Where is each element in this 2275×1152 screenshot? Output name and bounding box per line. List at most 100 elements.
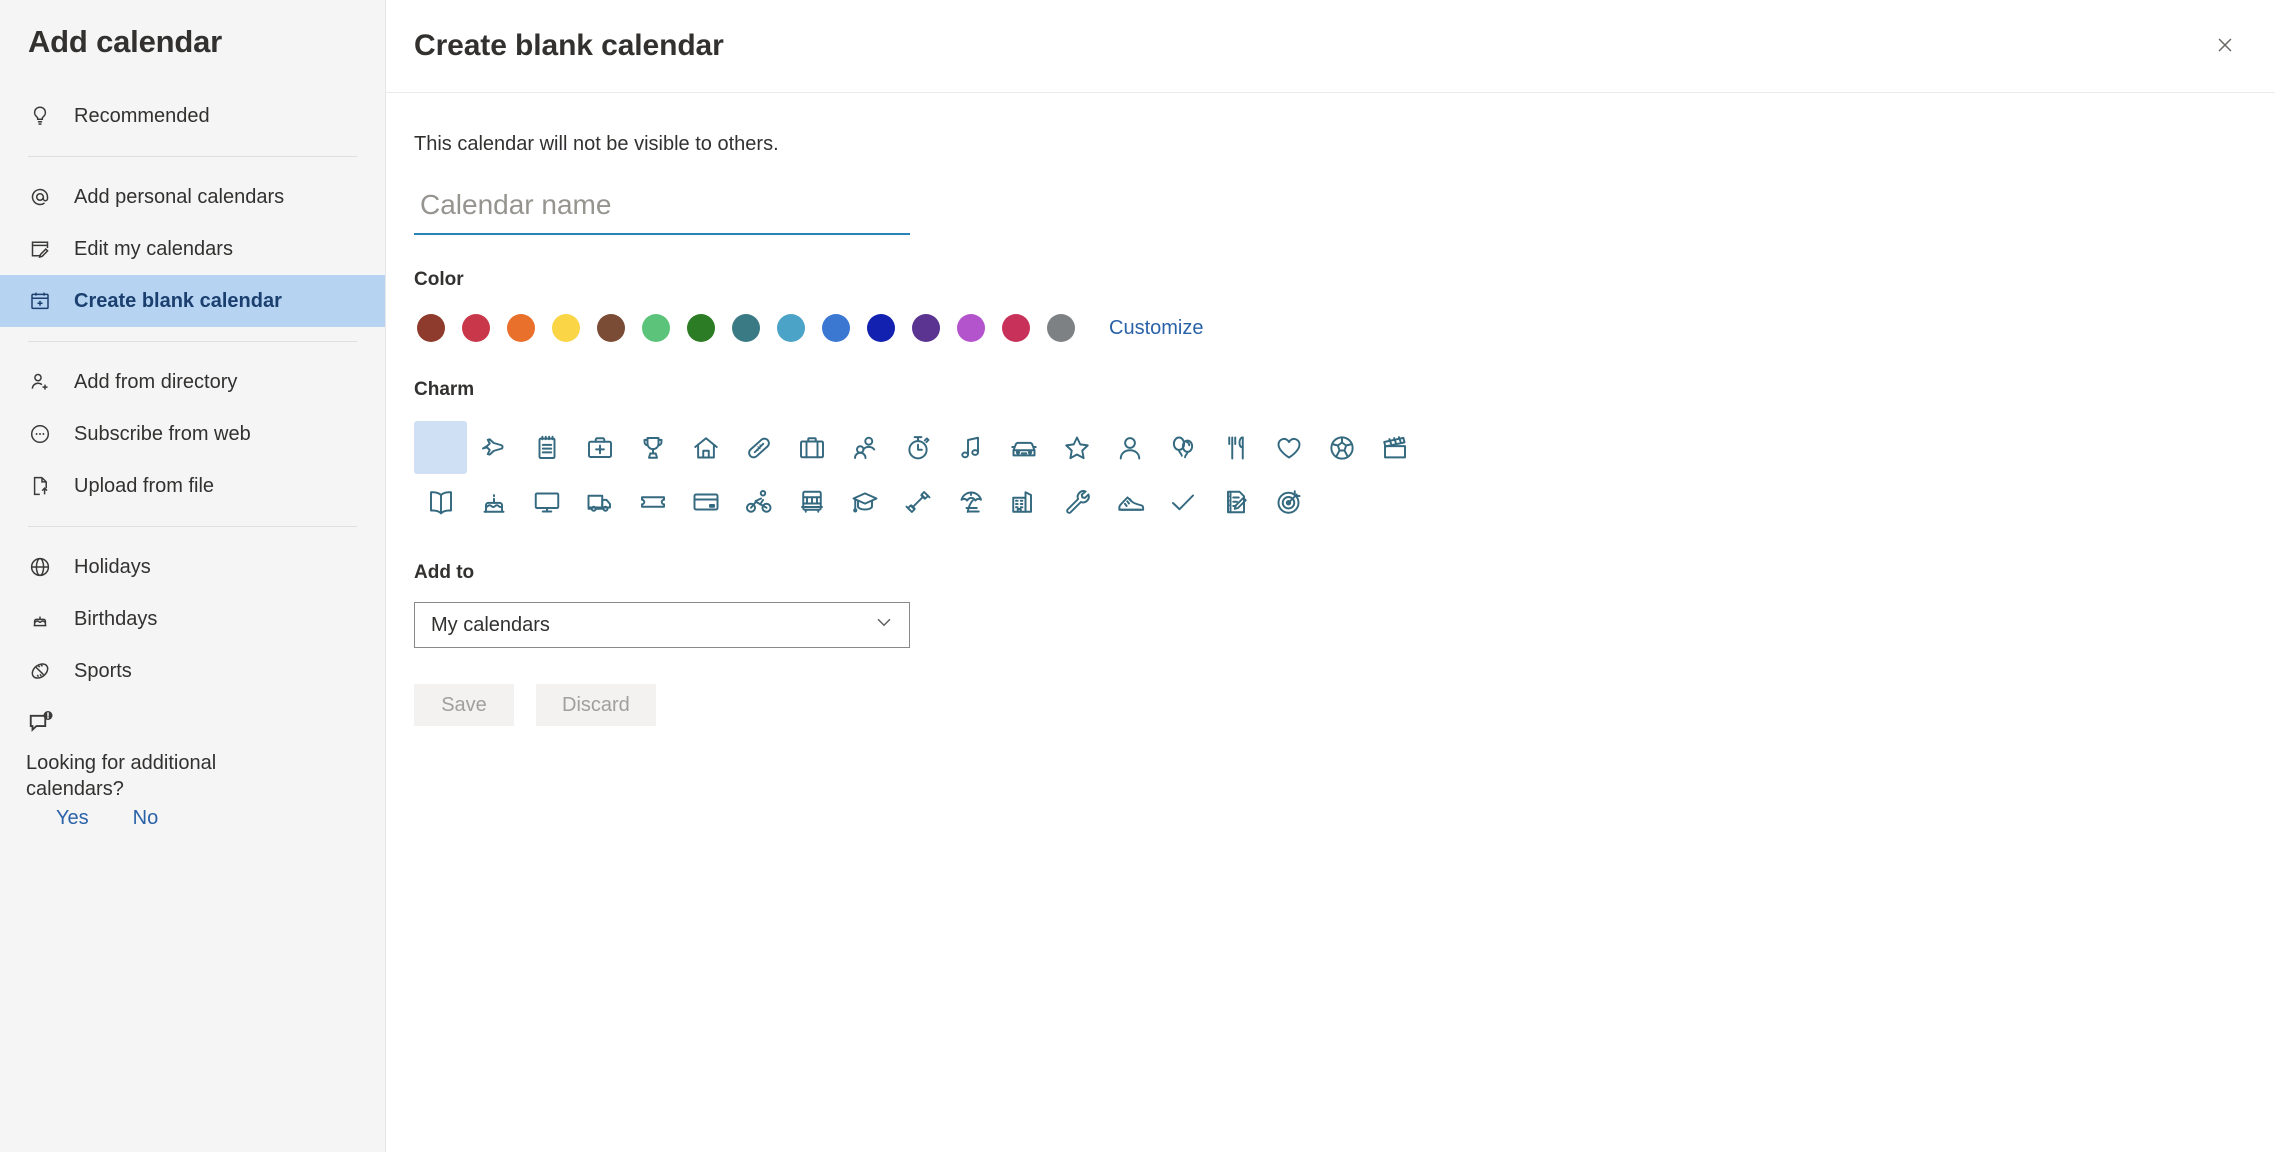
addto-dropdown[interactable]: My calendars xyxy=(414,602,910,648)
feedback-alert-icon xyxy=(26,711,56,743)
color-swatch-blue[interactable] xyxy=(819,311,853,345)
star-charm[interactable] xyxy=(1050,421,1103,474)
dumbbell-charm[interactable] xyxy=(891,475,944,528)
briefcase-charm[interactable] xyxy=(785,421,838,474)
none-charm[interactable] xyxy=(414,421,467,474)
color-swatch-pink-red[interactable] xyxy=(999,311,1033,345)
color-swatch-fill xyxy=(732,314,760,342)
sidebar-item-label: Create blank calendar xyxy=(74,289,282,312)
wrench-charm[interactable] xyxy=(1050,475,1103,528)
balloons-charm[interactable] xyxy=(1156,421,1209,474)
close-button[interactable] xyxy=(2203,24,2247,68)
lightbulb-icon xyxy=(26,102,54,130)
color-swatch-light-blue[interactable] xyxy=(774,311,808,345)
feedback-no-link[interactable]: No xyxy=(133,807,159,830)
color-swatch-green[interactable] xyxy=(684,311,718,345)
monitor-charm[interactable] xyxy=(520,475,573,528)
save-button[interactable]: Save xyxy=(414,684,514,726)
add-calendar-dialog: Add calendar Recommended Add personal ca… xyxy=(0,0,2275,1152)
feedback-actions: Yes No xyxy=(26,807,385,830)
color-swatch-fill xyxy=(687,314,715,342)
truck-charm[interactable] xyxy=(573,475,626,528)
birthday-cake-charm[interactable] xyxy=(467,475,520,528)
music-note-charm[interactable] xyxy=(944,421,997,474)
graduation-cap-charm[interactable] xyxy=(838,475,891,528)
color-swatch-fill xyxy=(867,314,895,342)
sidebar-item-recommended[interactable]: Recommended xyxy=(0,90,385,142)
color-swatch-cranberry[interactable] xyxy=(459,311,493,345)
note-edit-charm[interactable] xyxy=(1209,475,1262,528)
addto-selected-value: My calendars xyxy=(431,613,550,636)
home-charm[interactable] xyxy=(679,421,732,474)
color-swatch-fill xyxy=(462,314,490,342)
at-sign-icon xyxy=(26,183,54,211)
office-building-charm[interactable] xyxy=(997,475,1050,528)
color-swatch-light-green[interactable] xyxy=(639,311,673,345)
sidebar-item-create-blank-calendar[interactable]: Create blank calendar xyxy=(0,275,385,327)
sidebar-title: Add calendar xyxy=(28,24,222,59)
sidebar-item-subscribe-from-web[interactable]: Subscribe from web xyxy=(0,408,385,460)
calendar-name-input[interactable] xyxy=(414,189,910,235)
trophy-charm[interactable] xyxy=(626,421,679,474)
file-upload-icon xyxy=(26,472,54,500)
notepad-charm[interactable] xyxy=(520,421,573,474)
color-swatch-light-purple[interactable] xyxy=(954,311,988,345)
subscribe-icon xyxy=(26,420,54,448)
color-swatch-dark-red-brown[interactable] xyxy=(414,311,448,345)
cyclist-charm[interactable] xyxy=(732,475,785,528)
book-charm[interactable] xyxy=(414,475,467,528)
airplane-charm[interactable] xyxy=(467,421,520,474)
sidebar-item-label: Holidays xyxy=(74,555,151,578)
color-swatch-fill xyxy=(822,314,850,342)
sidebar-divider xyxy=(28,156,357,157)
customize-link[interactable]: Customize xyxy=(1109,317,1203,340)
sidebar-item-label: Edit my calendars xyxy=(74,237,233,260)
chevron-down-icon xyxy=(873,611,895,639)
color-swatch-orange[interactable] xyxy=(504,311,538,345)
person-charm[interactable] xyxy=(1103,421,1156,474)
beach-umbrella-charm[interactable] xyxy=(944,475,997,528)
checkmark-charm[interactable] xyxy=(1156,475,1209,528)
color-swatch-dark-blue[interactable] xyxy=(864,311,898,345)
sidebar-item-upload-from-file[interactable]: Upload from file xyxy=(0,460,385,512)
sidebar-item-edit-my-calendars[interactable]: Edit my calendars xyxy=(0,223,385,275)
color-swatch-brown[interactable] xyxy=(594,311,628,345)
fork-knife-charm[interactable] xyxy=(1209,421,1262,474)
close-icon xyxy=(2214,34,2236,59)
bandage-charm[interactable] xyxy=(732,421,785,474)
color-swatch-yellow[interactable] xyxy=(549,311,583,345)
color-section-label: Color xyxy=(414,269,464,290)
clapperboard-charm[interactable] xyxy=(1368,421,1421,474)
calendar-plus-icon xyxy=(26,287,54,315)
sidebar-item-sports[interactable]: Sports xyxy=(0,645,385,697)
edit-calendar-icon xyxy=(26,235,54,263)
target-charm[interactable] xyxy=(1262,475,1315,528)
discard-button[interactable]: Discard xyxy=(536,684,656,726)
first-aid-kit-charm[interactable] xyxy=(573,421,626,474)
people-charm[interactable] xyxy=(838,421,891,474)
cake-icon xyxy=(26,605,54,633)
sidebar-item-add-personal-calendars[interactable]: Add personal calendars xyxy=(0,171,385,223)
feedback-yes-link[interactable]: Yes xyxy=(56,807,89,830)
credit-card-charm[interactable] xyxy=(679,475,732,528)
sidebar-item-holidays[interactable]: Holidays xyxy=(0,541,385,593)
color-swatch-gray[interactable] xyxy=(1044,311,1078,345)
sneaker-charm[interactable] xyxy=(1103,475,1156,528)
sidebar-item-label: Add from directory xyxy=(74,370,238,393)
sidebar-item-label: Recommended xyxy=(74,104,210,127)
visibility-note: This calendar will not be visible to oth… xyxy=(414,133,779,155)
ticket-charm[interactable] xyxy=(626,475,679,528)
sidebar: Add calendar Recommended Add personal ca… xyxy=(0,0,386,1152)
car-charm[interactable] xyxy=(997,421,1050,474)
feedback-block: Looking for additional calendars? Yes No xyxy=(0,697,385,830)
soccer-ball-charm[interactable] xyxy=(1315,421,1368,474)
color-swatch-teal-dark[interactable] xyxy=(729,311,763,345)
sidebar-item-add-from-directory[interactable]: Add from directory xyxy=(0,356,385,408)
bus-charm[interactable] xyxy=(785,475,838,528)
color-swatch-dark-purple[interactable] xyxy=(909,311,943,345)
globe-icon xyxy=(26,553,54,581)
heart-charm[interactable] xyxy=(1262,421,1315,474)
color-swatch-fill xyxy=(552,314,580,342)
stopwatch-charm[interactable] xyxy=(891,421,944,474)
sidebar-item-birthdays[interactable]: Birthdays xyxy=(0,593,385,645)
